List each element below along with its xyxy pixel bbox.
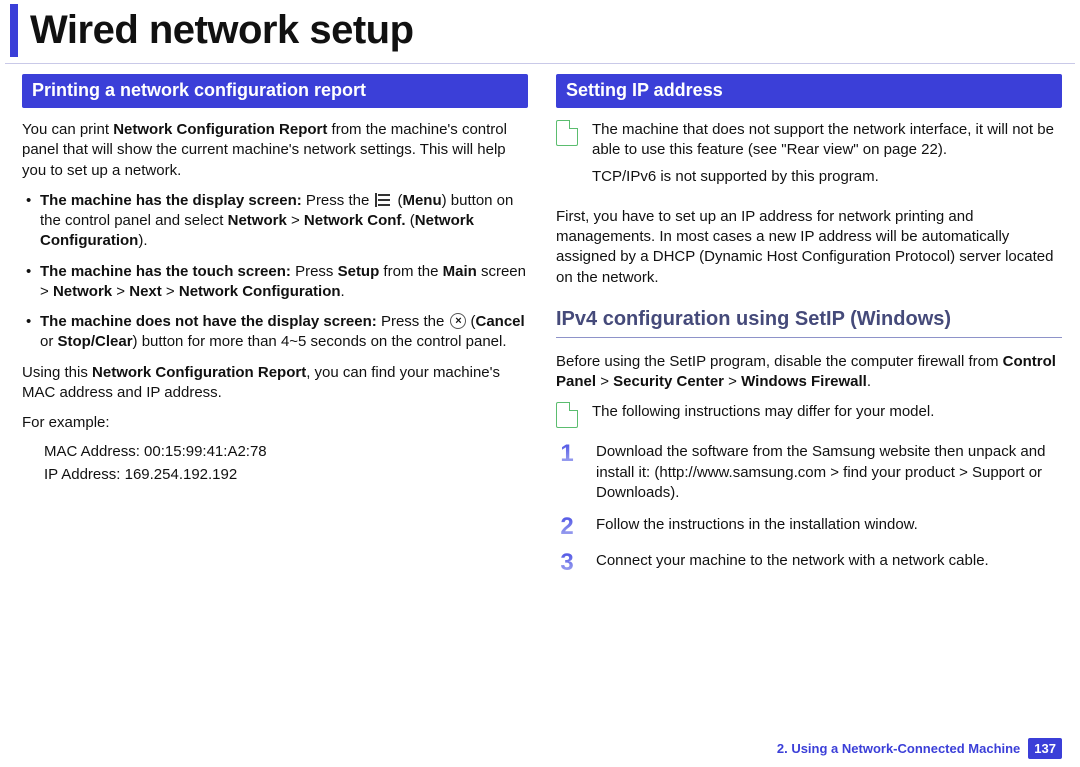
text: > xyxy=(287,212,304,229)
text: > xyxy=(162,283,179,300)
note-body: The machine that does not support the ne… xyxy=(592,120,1062,193)
step-item: 1 Download the software from the Samsung… xyxy=(556,442,1062,503)
text: ( xyxy=(406,212,415,229)
text: . xyxy=(341,283,345,300)
footer-chapter: 2. Using a Network-Connected Machine xyxy=(777,741,1020,756)
note-block-1: The machine that does not support the ne… xyxy=(556,120,1062,193)
text: You can print xyxy=(22,121,113,138)
bullet-item: The machine does not have the display sc… xyxy=(40,312,528,353)
step-text: Download the software from the Samsung w… xyxy=(596,442,1062,503)
text: Press xyxy=(291,263,338,280)
right-section-title: Setting IP address xyxy=(556,74,1062,108)
mac-address: MAC Address: 00:15:99:41:A2:78 xyxy=(44,443,528,460)
step-number: 3 xyxy=(556,551,578,575)
bullet-item: The machine has the touch screen: Press … xyxy=(40,262,528,303)
ipv4-subheading: IPv4 configuration using SetIP (Windows) xyxy=(556,302,1062,338)
text-bold: Network Configuration Report xyxy=(113,121,327,138)
step-text: Follow the instructions in the installat… xyxy=(596,515,918,535)
content-columns: Printing a network configuration report … xyxy=(0,74,1080,587)
left-intro: You can print Network Configuration Repo… xyxy=(22,120,528,181)
text-bold: Next xyxy=(129,283,162,300)
text: Press the xyxy=(377,313,449,330)
example-label: For example: xyxy=(22,413,528,433)
step-number: 1 xyxy=(556,442,578,466)
left-usage: Using this Network Configuration Report,… xyxy=(22,363,528,404)
text-bold: Security Center xyxy=(613,373,724,390)
title-rule xyxy=(5,63,1075,64)
text: from the xyxy=(379,263,442,280)
text-bold: Menu xyxy=(402,192,441,209)
text: ). xyxy=(138,232,147,249)
text: Before using the SetIP program, disable … xyxy=(556,353,1003,370)
text-bold: The machine has the touch screen: xyxy=(40,263,291,280)
page-number: 137 xyxy=(1028,738,1062,759)
text-bold: Windows Firewall xyxy=(741,373,867,390)
text-bold: The machine does not have the display sc… xyxy=(40,313,377,330)
right-para1: First, you have to set up an IP address … xyxy=(556,207,1062,288)
step-list: 1 Download the software from the Samsung… xyxy=(556,442,1062,575)
text-bold: Cancel xyxy=(475,313,524,330)
menu-icon xyxy=(375,193,393,207)
right-column: Setting IP address The machine that does… xyxy=(556,74,1062,587)
left-section-title: Printing a network configuration report xyxy=(22,74,528,108)
cancel-icon: × xyxy=(450,313,466,329)
text-bold: Stop/Clear xyxy=(58,333,133,350)
page-title-block: Wired network setup xyxy=(10,4,1080,57)
step-number: 2 xyxy=(556,515,578,539)
text-bold: Setup xyxy=(338,263,380,280)
text-bold: Network xyxy=(53,283,112,300)
page-footer: 2. Using a Network-Connected Machine 137 xyxy=(777,738,1062,759)
step-item: 2 Follow the instructions in the install… xyxy=(556,515,1062,539)
text: or xyxy=(40,333,58,350)
text: > xyxy=(596,373,613,390)
note-item: The machine that does not support the ne… xyxy=(592,120,1062,161)
left-column: Printing a network configuration report … xyxy=(22,74,528,587)
note-body: The following instructions may differ fo… xyxy=(592,402,1062,422)
text: ) button for more than 4~5 seconds on th… xyxy=(133,333,507,350)
bullet-item: The machine has the display screen: Pres… xyxy=(40,191,528,252)
text-bold: Main xyxy=(443,263,477,280)
note-block-2: The following instructions may differ fo… xyxy=(556,402,1062,428)
step-text: Connect your machine to the network with… xyxy=(596,551,989,571)
text: > xyxy=(724,373,741,390)
text-bold: The machine has the display screen: xyxy=(40,192,302,209)
text-bold: Network Conf. xyxy=(304,212,406,229)
text: Using this xyxy=(22,364,92,381)
page-title: Wired network setup xyxy=(30,8,1080,53)
text: . xyxy=(867,373,871,390)
text-bold: Network Configuration xyxy=(179,283,341,300)
right-para2: Before using the SetIP program, disable … xyxy=(556,352,1062,393)
example-list: MAC Address: 00:15:99:41:A2:78 IP Addres… xyxy=(22,443,528,483)
step-item: 3 Connect your machine to the network wi… xyxy=(556,551,1062,575)
text-bold: Network xyxy=(228,212,287,229)
ip-address: IP Address: 169.254.192.192 xyxy=(44,466,528,483)
text: > xyxy=(112,283,129,300)
note-icon xyxy=(556,120,578,146)
note-icon xyxy=(556,402,578,428)
note-item: TCP/IPv6 is not supported by this progra… xyxy=(592,167,1062,187)
left-bullets: The machine has the display screen: Pres… xyxy=(22,191,528,353)
text-bold: Network Configuration Report xyxy=(92,364,306,381)
text: Press the xyxy=(302,192,374,209)
